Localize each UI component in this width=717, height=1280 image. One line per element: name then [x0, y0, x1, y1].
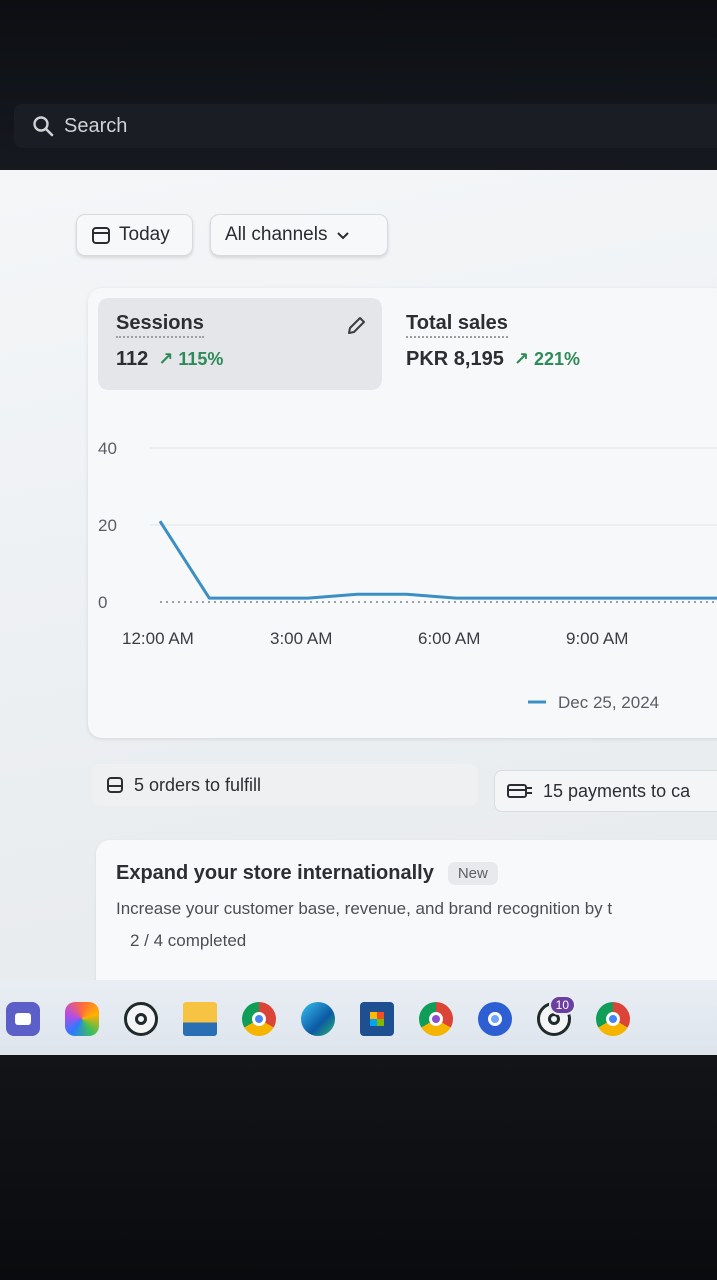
- date-filter-button[interactable]: Today: [76, 214, 193, 256]
- search-placeholder: Search: [64, 114, 128, 137]
- channel-filter-button[interactable]: All channels: [210, 214, 388, 256]
- y-tick-label: 0: [98, 593, 107, 612]
- store-icon[interactable]: [360, 1002, 394, 1036]
- chrome-icon[interactable]: [242, 1002, 276, 1036]
- expand-card-description: Increase your customer base, revenue, an…: [116, 899, 613, 918]
- expand-card-progress: 2 / 4 completed: [130, 931, 247, 950]
- chrome-icon[interactable]: [596, 1002, 630, 1036]
- payments-to-capture-label: 15 payments to ca: [543, 780, 691, 801]
- notification-badge: 10: [548, 995, 576, 1015]
- sessions-line-chart: 0 20 40 12:00 AM 3:00 AM 6:00 AM 9:00 AM Dec 25…: [98, 439, 717, 712]
- search-bar[interactable]: Search: [14, 104, 717, 148]
- y-tick-label: 40: [98, 439, 117, 458]
- edge-icon[interactable]: [301, 1002, 335, 1036]
- file-explorer-icon[interactable]: [183, 1002, 217, 1036]
- windows-taskbar: 10: [0, 980, 717, 1058]
- whatsapp-icon[interactable]: [124, 1002, 158, 1036]
- inbox-icon: [107, 777, 123, 793]
- payments-to-capture-button[interactable]: 15 payments to ca: [494, 770, 717, 812]
- teams-icon[interactable]: [6, 1002, 40, 1036]
- chevron-down-icon: [337, 232, 350, 240]
- expand-card-title: Expand your store internationally: [116, 862, 434, 884]
- chrome-profile-icon[interactable]: [419, 1002, 453, 1036]
- laptop-bezel: [0, 1055, 717, 1280]
- channel-filter-label: All channels: [225, 224, 328, 245]
- new-badge: New: [447, 862, 498, 885]
- payment-icon: [507, 784, 532, 798]
- analytics-card: Sessions 112 ↗ 115% Total sales PKR 8,19…: [88, 288, 717, 738]
- x-tick-label: 12:00 AM: [122, 629, 194, 648]
- x-tick-label: 6:00 AM: [418, 629, 480, 648]
- copilot-icon[interactable]: [65, 1002, 99, 1036]
- date-filter-label: Today: [119, 224, 170, 245]
- chrome-icon[interactable]: [478, 1002, 512, 1036]
- y-tick-label: 20: [98, 516, 117, 535]
- calendar-icon: [92, 227, 110, 244]
- top-bar: Search: [0, 0, 717, 175]
- search-icon: [33, 116, 54, 137]
- dashboard-screen: Today All channels Sessions 112 ↗ 115% T…: [0, 170, 717, 1055]
- legend-label: Dec 25, 2024: [558, 693, 659, 712]
- whatsapp-icon[interactable]: 10: [537, 995, 576, 1036]
- x-tick-label: 3:00 AM: [270, 629, 332, 648]
- x-tick-label: 9:00 AM: [566, 629, 628, 648]
- sessions-series-line: [158, 520, 717, 600]
- orders-to-fulfill-button[interactable]: 5 orders to fulfill: [92, 764, 478, 806]
- orders-to-fulfill-label: 5 orders to fulfill: [134, 774, 262, 795]
